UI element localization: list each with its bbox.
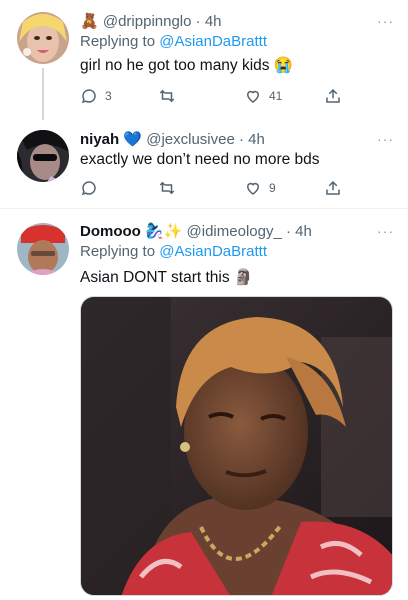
retweet-button[interactable]: [158, 86, 183, 106]
mention-link[interactable]: @AsianDaBrattt: [159, 33, 267, 50]
like-count: 41: [269, 89, 283, 103]
timestamp[interactable]: · 4h: [196, 13, 222, 30]
tweet-1[interactable]: 🧸 @drippinnglo · 4h ··· Replying to @Asi…: [0, 0, 408, 120]
more-options-icon[interactable]: ···: [377, 132, 394, 146]
tweet-text-body: girl no he got too many kids: [80, 57, 270, 74]
tweet-text: Asian DONT start this 🗿: [80, 268, 253, 288]
more-options-icon[interactable]: ···: [377, 14, 394, 28]
heart-icon: [246, 182, 260, 195]
author-emoji: 🧸: [80, 13, 99, 30]
retweet-button[interactable]: [158, 178, 183, 198]
tweet-media-gif[interactable]: [80, 296, 393, 596]
tweet-actions: 9: [80, 178, 350, 198]
retweet-icon: [159, 181, 175, 195]
like-button[interactable]: 41: [244, 86, 282, 106]
mention-link[interactable]: @AsianDaBrattt: [159, 243, 267, 260]
reply-button[interactable]: [80, 178, 105, 198]
replying-to: Replying to @AsianDaBrattt: [80, 242, 267, 262]
replying-to: Replying to @AsianDaBrattt: [80, 32, 267, 52]
like-count: 9: [269, 181, 276, 195]
reply-icon: [81, 89, 96, 104]
share-button[interactable]: [324, 86, 342, 106]
replying-label: Replying to: [80, 33, 156, 50]
like-button[interactable]: 9: [244, 178, 276, 198]
tweet-text-body: Asian DONT start this: [80, 269, 230, 286]
heart-icon: [246, 90, 260, 103]
author-name[interactable]: Domooo: [80, 223, 141, 240]
tweet-header: niyah 💙 @jexclusivee · 4h: [80, 130, 378, 150]
share-button[interactable]: [324, 178, 342, 198]
thread-line: [42, 68, 44, 120]
genie-sparkle-emoji: 🧞‍♀️✨: [145, 223, 183, 240]
replying-label: Replying to: [80, 243, 156, 260]
crying-emoji: 😭: [273, 57, 294, 74]
moai-emoji: 🗿: [233, 269, 254, 286]
timestamp[interactable]: · 4h: [286, 223, 312, 240]
author-handle[interactable]: @idimeology_: [187, 223, 282, 240]
avatar[interactable]: [17, 130, 69, 182]
tweet-text: girl no he got too many kids 😭: [80, 56, 293, 76]
retweet-icon: [159, 89, 175, 103]
heart-emoji: 💙: [123, 131, 143, 148]
share-icon: [326, 180, 340, 195]
avatar[interactable]: [17, 223, 69, 275]
tweet-header: 🧸 @drippinnglo · 4h: [80, 12, 378, 32]
author-handle[interactable]: @jexclusivee: [146, 131, 235, 148]
tweet-2[interactable]: niyah 💙 @jexclusivee · 4h ··· exactly we…: [0, 120, 408, 208]
reply-count: 3: [105, 89, 112, 103]
reply-icon: [81, 181, 96, 196]
more-options-icon[interactable]: ···: [377, 224, 394, 238]
tweet-actions: 3 41: [80, 86, 350, 106]
timestamp[interactable]: · 4h: [239, 131, 265, 148]
tweet-text: exactly we don’t need no more bds: [80, 151, 320, 168]
author-handle[interactable]: @drippinnglo: [103, 13, 192, 30]
avatar[interactable]: [17, 12, 69, 64]
tweet-header: Domooo 🧞‍♀️✨ @idimeology_ · 4h: [80, 222, 378, 242]
gif-image: [81, 297, 392, 595]
reply-button[interactable]: 3: [80, 86, 112, 106]
share-icon: [326, 88, 340, 103]
author-name[interactable]: niyah: [80, 131, 119, 148]
